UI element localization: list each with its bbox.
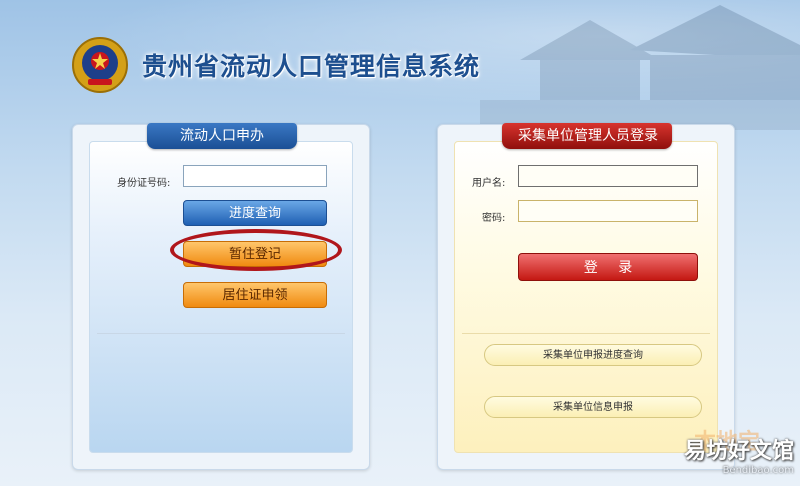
tab-migrant-application[interactable]: 流动人口申办 xyxy=(147,123,297,149)
building-background-icon xyxy=(480,5,800,130)
watermark-main: 易坊好文馆 xyxy=(683,439,794,464)
id-number-label: 身份证号码: xyxy=(117,178,171,189)
collector-login-panel: 采集单位管理人员登录 用户名: 密码: 登 录 采集单位申报进度查询 采集单位信… xyxy=(437,123,735,470)
watermark: 易坊好文馆 Bendibao.com xyxy=(684,433,794,476)
divider xyxy=(462,333,710,334)
id-number-input[interactable] xyxy=(183,165,327,187)
residence-permit-button[interactable]: 居住证申领 xyxy=(183,282,327,308)
collector-info-report-button[interactable]: 采集单位信息申报 xyxy=(484,396,702,418)
police-emblem-icon xyxy=(70,35,130,95)
page-title: 贵州省流动人口管理信息系统 xyxy=(142,52,481,81)
password-label: 密码: xyxy=(482,213,506,224)
username-input[interactable] xyxy=(518,165,698,187)
temp-registration-button[interactable]: 暂住登记 xyxy=(183,241,327,267)
app-header: 贵州省流动人口管理信息系统 xyxy=(70,30,480,100)
migrant-application-panel: 流动人口申办 身份证号码: 进度查询 暂住登记 居住证申领 xyxy=(72,123,370,470)
progress-query-button[interactable]: 进度查询 xyxy=(183,200,327,226)
password-input[interactable] xyxy=(518,200,698,222)
username-label: 用户名: xyxy=(472,178,506,189)
collector-progress-query-button[interactable]: 采集单位申报进度查询 xyxy=(484,344,702,366)
divider xyxy=(97,333,345,334)
login-button[interactable]: 登 录 xyxy=(518,253,698,281)
tab-collector-login[interactable]: 采集单位管理人员登录 xyxy=(502,123,672,149)
watermark-sub: Bendibao.com xyxy=(722,465,794,476)
